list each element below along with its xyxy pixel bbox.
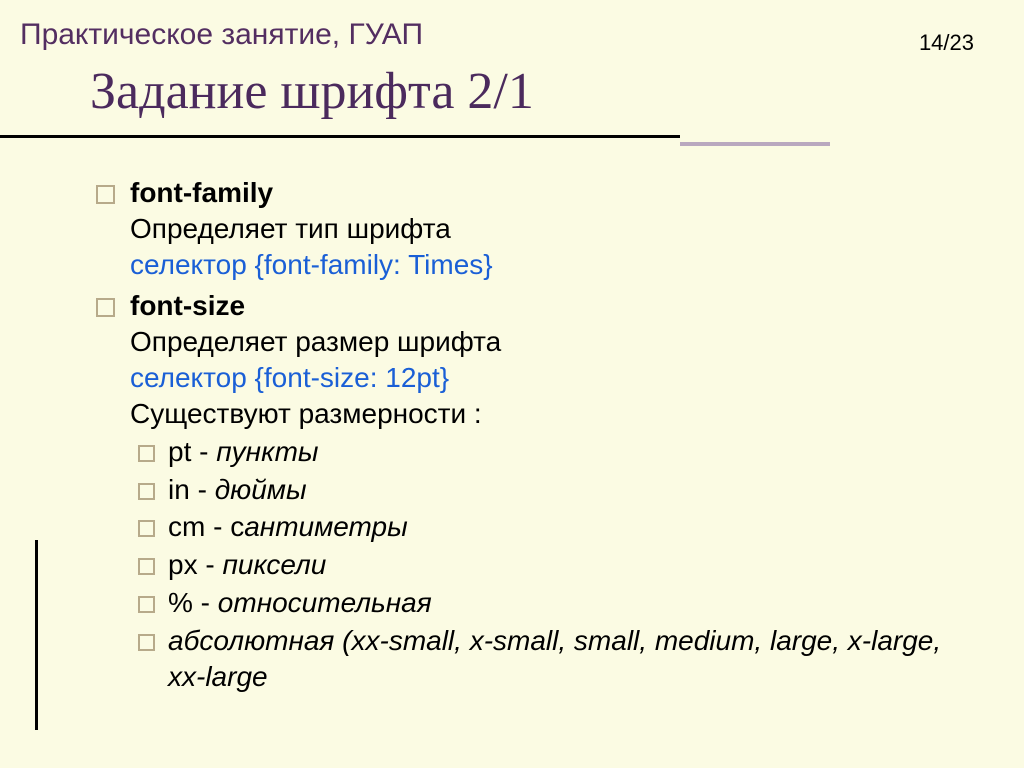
unit-label: антиметры [244, 511, 408, 542]
prop-name: font-size [130, 290, 245, 321]
unit-code: cm [168, 511, 205, 542]
page-number: 14/23 [919, 30, 974, 56]
unit-code: % [168, 587, 193, 618]
bullet-list: font-family Определяет тип шрифта селект… [130, 175, 964, 695]
prop-name: font-family [130, 177, 273, 208]
prop-example: селектор {font-family: Times} [130, 247, 964, 283]
unit-label: относительная [218, 587, 432, 618]
list-item: font-size Определяет размер шрифта селек… [130, 288, 964, 694]
header-label: Практическое занятие, ГУАП [20, 18, 964, 52]
slide-title: Задание шрифта 2/1 [90, 62, 964, 121]
unit-label: дюймы [215, 474, 307, 505]
list-item: % - относительная [168, 585, 964, 621]
unit-code: px [168, 549, 198, 580]
unit-label: пункты [216, 436, 318, 467]
prop-example: селектор {font-size: 12pt} [130, 360, 964, 396]
unit-sep: - с [205, 511, 244, 542]
list-item: cm - сантиметры [168, 509, 964, 545]
unit-sep: - [191, 436, 216, 467]
list-item: px - пиксели [168, 547, 964, 583]
unit-label: пиксели [222, 549, 326, 580]
list-item: font-family Определяет тип шрифта селект… [130, 175, 964, 282]
list-item: абсолютная (xx-small, x-small, small, me… [168, 623, 964, 695]
unit-sep: - [193, 587, 218, 618]
title-rule [0, 135, 1024, 139]
prop-desc: Определяет тип шрифта [130, 211, 964, 247]
decorative-vertical-rule [35, 540, 38, 730]
prop-note: Существуют размерности : [130, 396, 964, 432]
prop-desc: Определяет размер шрифта [130, 324, 964, 360]
unit-sep: - [198, 549, 223, 580]
unit-code: in [168, 474, 190, 505]
units-list: pt - пункты in - дюймы cm - сантиметры p… [168, 434, 964, 695]
list-item: pt - пункты [168, 434, 964, 470]
unit-code: pt [168, 436, 191, 467]
absolute-line: абсолютная (xx-small, x-small, small, me… [168, 625, 941, 692]
unit-sep: - [190, 474, 215, 505]
list-item: in - дюймы [168, 472, 964, 508]
